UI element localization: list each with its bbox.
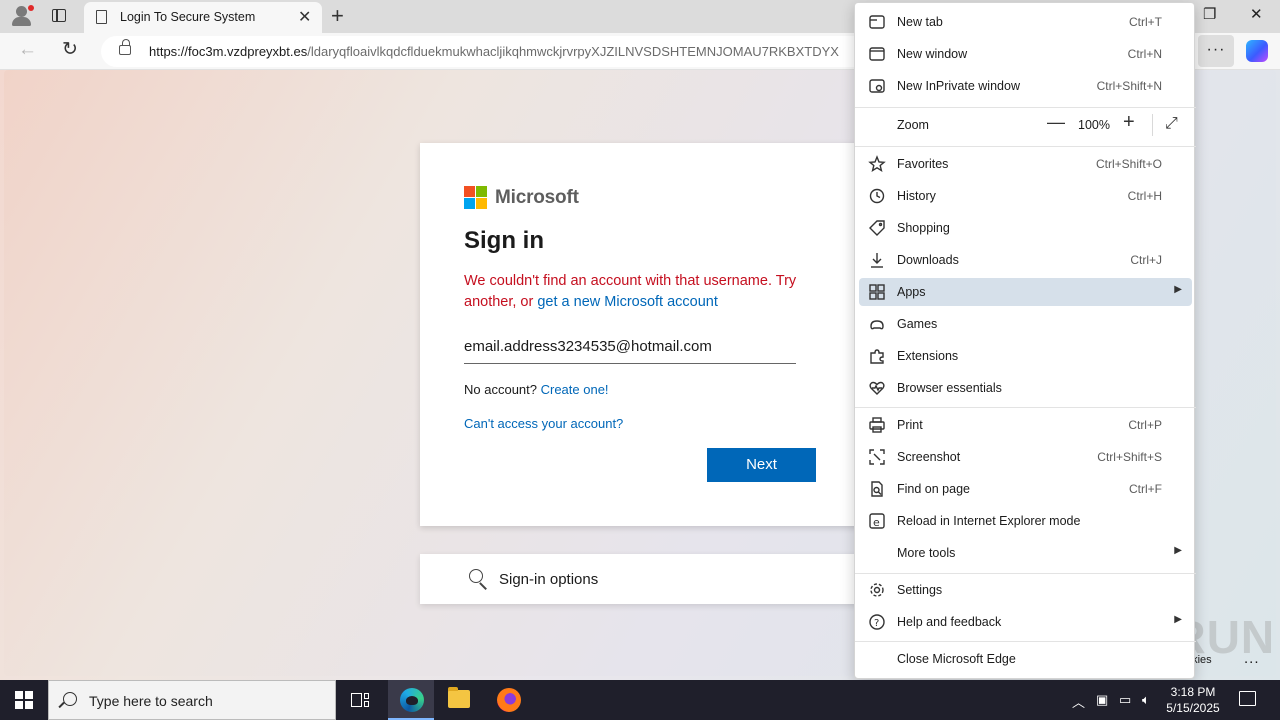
- games-icon: [868, 315, 886, 333]
- svg-text:?: ?: [874, 618, 879, 629]
- taskbar-edge[interactable]: [388, 680, 434, 720]
- page-icon: [96, 10, 107, 24]
- notification-icon[interactable]: [1239, 691, 1256, 706]
- brand-name: Microsoft: [495, 187, 579, 208]
- screenshot-icon: [868, 448, 886, 466]
- menu-item-shopping[interactable]: Shopping: [859, 214, 1192, 242]
- task-view-icon: [351, 691, 369, 709]
- menu-item-ie-mode[interactable]: e Reload in Internet Explorer mode: [859, 507, 1192, 535]
- signin-options-label: Sign-in options: [499, 571, 599, 588]
- error-message: We couldn't find an account with that us…: [464, 273, 797, 310]
- copilot-icon[interactable]: [1246, 40, 1268, 62]
- chevron-right-icon: ▶: [1174, 284, 1182, 295]
- reload-icon[interactable]: ↻: [62, 38, 78, 61]
- ie-icon: e: [868, 512, 886, 530]
- footer-more-icon[interactable]: ...: [1244, 650, 1260, 667]
- svg-text:e: e: [873, 516, 880, 529]
- menu-item-settings[interactable]: Settings: [859, 576, 1192, 604]
- puzzle-icon: [868, 347, 886, 365]
- windows-start-icon[interactable]: [15, 691, 33, 709]
- profile-icon[interactable]: [10, 5, 34, 27]
- signin-options-button[interactable]: Sign-in options: [420, 554, 860, 604]
- taskbar-firefox[interactable]: [485, 680, 531, 720]
- folder-icon: [448, 687, 470, 708]
- no-account-text: No account? Create one!: [464, 382, 609, 397]
- window-close-icon[interactable]: ✕: [1250, 5, 1263, 23]
- restore-icon[interactable]: ❐: [1203, 5, 1216, 23]
- zoom-level: 100%: [1078, 118, 1110, 132]
- menu-item-print[interactable]: Print Ctrl+P: [859, 411, 1192, 439]
- key-icon: [468, 568, 490, 590]
- tab-actions-icon[interactable]: [48, 6, 70, 26]
- zoom-out-button[interactable]: —: [1047, 112, 1065, 133]
- history-icon: [868, 187, 886, 205]
- heart-pulse-icon: [868, 379, 886, 397]
- menu-item-downloads[interactable]: Downloads Ctrl+J: [859, 246, 1192, 274]
- menu-item-help-feedback[interactable]: ? Help and feedback ▶: [859, 608, 1192, 636]
- taskbar-file-explorer[interactable]: [436, 680, 482, 720]
- help-icon: ?: [868, 613, 886, 631]
- taskbar: Type here to search ︿ ▣ ▭ 🔈︎ 3:18 PM 5/1…: [0, 680, 1280, 720]
- new-account-link[interactable]: get a new Microsoft account: [537, 294, 718, 310]
- menu-item-inprivate[interactable]: New InPrivate window Ctrl+Shift+N: [859, 72, 1192, 100]
- tray-chevron-up-icon[interactable]: ︿: [1072, 692, 1085, 711]
- tab-active[interactable]: Login To Secure System ✕: [84, 2, 322, 33]
- fullscreen-icon[interactable]: ⤢: [1165, 115, 1178, 133]
- menu-item-more-tools[interactable]: More tools ▶: [859, 539, 1192, 567]
- gear-icon: [868, 581, 886, 599]
- tab-close-icon[interactable]: ✕: [298, 7, 311, 27]
- menu-item-apps[interactable]: Apps ▶: [859, 278, 1192, 306]
- apps-icon: [868, 283, 886, 301]
- printer-icon: [868, 416, 886, 434]
- next-button[interactable]: Next: [707, 448, 816, 482]
- create-account-link[interactable]: Create one!: [541, 382, 609, 397]
- lock-icon[interactable]: [119, 39, 131, 55]
- page-title: Sign in: [464, 227, 544, 254]
- menu-item-zoom: Zoom — 100% + ⤢: [859, 111, 1192, 139]
- task-view-button[interactable]: [337, 680, 383, 720]
- menu-item-new-tab[interactable]: New tab Ctrl+T: [859, 8, 1192, 36]
- menu-item-history[interactable]: History Ctrl+H: [859, 182, 1192, 210]
- download-icon: [868, 251, 886, 269]
- menu-item-close-edge[interactable]: Close Microsoft Edge: [859, 645, 1192, 673]
- menu-item-screenshot[interactable]: Screenshot Ctrl+Shift+S: [859, 443, 1192, 471]
- cant-access-link[interactable]: Can't access your account?: [464, 416, 623, 431]
- microsoft-logo-icon: [464, 186, 487, 209]
- signin-card: Microsoft Sign in We couldn't find an ac…: [420, 143, 860, 526]
- find-icon: [868, 480, 886, 498]
- tab-title: Login To Secure System: [120, 10, 256, 24]
- menu-item-games[interactable]: Games: [859, 310, 1192, 338]
- menu-item-new-window[interactable]: New window Ctrl+N: [859, 40, 1192, 68]
- tray-device-icon[interactable]: ▣: [1096, 692, 1108, 708]
- new-tab-icon: [868, 13, 886, 31]
- menu-item-browser-essentials[interactable]: Browser essentials: [859, 374, 1192, 402]
- settings-more-button[interactable]: ···: [1198, 35, 1234, 67]
- url-text[interactable]: https://foc3m.vzdpreyxbt.es/ldaryqfloaiv…: [149, 44, 839, 59]
- firefox-icon: [497, 688, 521, 712]
- taskbar-search-input[interactable]: Type here to search: [48, 680, 336, 720]
- search-icon: [63, 692, 77, 706]
- volume-icon[interactable]: 🔈︎: [1142, 692, 1150, 708]
- address-bar[interactable]: https://foc3m.vzdpreyxbt.es/ldaryqfloaiv…: [101, 36, 871, 67]
- menu-item-favorites[interactable]: Favorites Ctrl+Shift+O: [859, 150, 1192, 178]
- back-icon[interactable]: ←: [18, 39, 37, 61]
- email-field[interactable]: email.address3234535@hotmail.com: [464, 336, 796, 364]
- new-window-icon: [868, 45, 886, 63]
- chevron-right-icon: ▶: [1174, 545, 1182, 556]
- menu-item-find-on-page[interactable]: Find on page Ctrl+F: [859, 475, 1192, 503]
- zoom-in-button[interactable]: +: [1123, 111, 1135, 134]
- chevron-right-icon: ▶: [1174, 614, 1182, 625]
- settings-menu: New tab Ctrl+T New window Ctrl+N New InP…: [854, 2, 1196, 679]
- network-icon[interactable]: ▭: [1119, 692, 1131, 708]
- tag-icon: [868, 219, 886, 237]
- edge-icon: [400, 688, 424, 712]
- star-icon: [868, 155, 886, 173]
- new-tab-button[interactable]: +: [331, 3, 344, 29]
- inprivate-icon: [868, 77, 886, 95]
- menu-item-extensions[interactable]: Extensions: [859, 342, 1192, 370]
- clock[interactable]: 3:18 PM 5/15/2025: [1162, 684, 1224, 716]
